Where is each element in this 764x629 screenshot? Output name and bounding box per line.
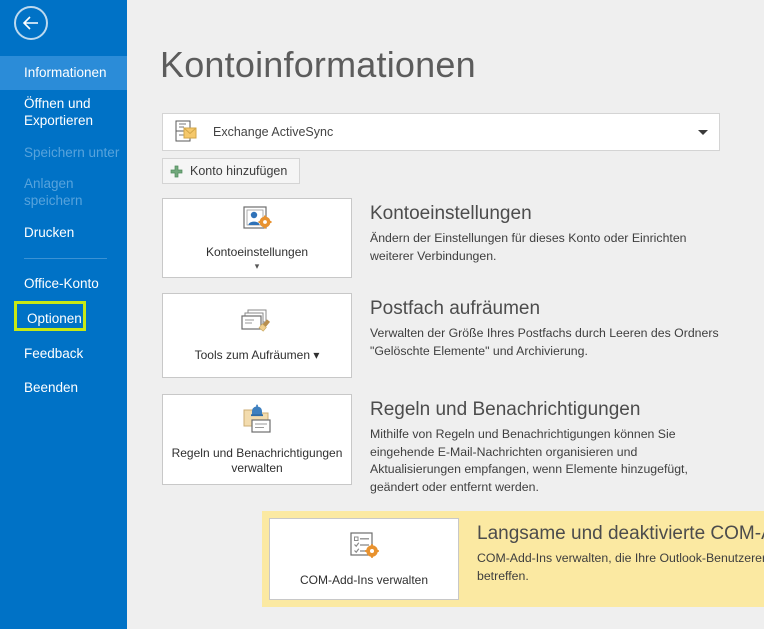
sidebar-item-feedback[interactable]: Feedback <box>0 337 127 371</box>
row-heading: Regeln und Benachrichtigungen <box>370 399 641 420</box>
sidebar-item-label: Optionen <box>27 311 82 326</box>
sidebar-divider <box>24 258 107 259</box>
sidebar-item-beenden[interactable]: Beenden <box>0 371 127 405</box>
add-account-button[interactable]: Konto hinzufügen <box>162 158 301 184</box>
row-text: Regeln und Benachrichtigungen Mithilfe v… <box>352 394 720 494</box>
tile-label: Tools zum Aufräumen ▾ <box>194 348 320 362</box>
tile-label: Kontoeinstellungen <box>205 245 309 259</box>
account-name: Exchange ActiveSync <box>213 125 334 139</box>
info-row-com-addins: COM-Add-Ins verwalten Langsame und deakt… <box>262 511 764 607</box>
sidebar-item-label: Feedback <box>24 346 84 361</box>
account-settings-tile[interactable]: Kontoeinstellungen ▾ <box>162 198 352 278</box>
info-row-account-settings: Kontoeinstellungen ▾ Kontoeinstellungen … <box>162 198 720 278</box>
row-text: Langsame und deaktivierte COM-Add-Ins CO… <box>459 518 764 600</box>
row-text: Postfach aufräumen Verwalten der Größe I… <box>352 293 720 378</box>
sidebar-item-label: Anlagen speichern <box>24 176 83 208</box>
account-selector[interactable]: Exchange ActiveSync <box>162 113 720 151</box>
row-description: Ändern der Einstellungen für dieses Kont… <box>370 231 687 263</box>
row-description: Mithilfe von Regeln und Benachrichtigung… <box>370 427 688 494</box>
page-title: Kontoinformationen <box>160 44 476 85</box>
back-arrow-icon <box>22 16 40 30</box>
sidebar-item-optionen[interactable]: Optionen <box>14 301 86 331</box>
sidebar-item-informationen[interactable]: Informationen <box>0 56 127 90</box>
row-heading: Postfach aufräumen <box>370 298 541 319</box>
tile-label: Regeln und Benachrichtigungen verwalten <box>171 445 343 475</box>
info-row-rules-alerts: Regeln und Benachrichtigungen verwalten … <box>162 394 720 494</box>
cleanup-tools-tile[interactable]: Tools zum Aufräumen ▾ <box>162 293 352 378</box>
row-description: COM-Add-Ins verwalten, die Ihre Outlook-… <box>477 551 764 583</box>
row-heading: Kontoeinstellungen <box>370 203 532 224</box>
row-text: Kontoeinstellungen Ändern der Einstellun… <box>352 198 720 278</box>
sidebar-item-label: Informationen <box>24 65 107 80</box>
info-row-mailbox-cleanup: Tools zum Aufräumen ▾ Postfach aufräumen… <box>162 293 720 378</box>
sidebar-item-oeffnen-und-exportieren[interactable]: Öffnen und Exportieren <box>0 90 127 136</box>
rules-alerts-tile[interactable]: Regeln und Benachrichtigungen verwalten <box>162 394 352 485</box>
back-button[interactable] <box>14 6 48 40</box>
sidebar-item-label: Office-Konto <box>24 276 99 291</box>
account-settings-icon <box>241 205 273 238</box>
sidebar-item-office-konto[interactable]: Office-Konto <box>0 267 127 301</box>
rules-alerts-icon <box>240 404 274 439</box>
sidebar-item-anlagen-speichern: Anlagen speichern <box>0 170 127 216</box>
chevron-down-icon[interactable]: ▾ <box>255 262 260 271</box>
com-addins-tile[interactable]: COM-Add-Ins verwalten <box>269 518 459 600</box>
backstage-view: Posteingang - benjomihg@outlook.com Info… <box>0 0 764 629</box>
cleanup-tools-icon <box>240 308 274 341</box>
sidebar-item-label: Speichern unter <box>24 145 120 160</box>
sidebar-item-speichern-unter: Speichern unter <box>0 136 127 170</box>
backstage-content: Kontoinformationen Exchange ActiveSync K… <box>127 0 764 629</box>
sidebar-item-label: Drucken <box>24 225 75 240</box>
sidebar-item-label: Öffnen und Exportieren <box>24 96 94 128</box>
backstage-nav: Informationen Öffnen und Exportieren Spe… <box>0 56 127 405</box>
com-addins-icon <box>348 531 380 566</box>
add-account-label: Konto hinzufügen <box>190 164 288 178</box>
sidebar-item-label: Beenden <box>24 380 79 395</box>
mail-account-icon <box>173 119 199 145</box>
sidebar-item-drucken[interactable]: Drucken <box>0 216 127 250</box>
backstage-sidebar: Informationen Öffnen und Exportieren Spe… <box>0 0 127 629</box>
tile-label: COM-Add-Ins verwalten <box>299 572 429 587</box>
plus-icon <box>170 165 183 178</box>
chevron-down-icon[interactable] <box>698 129 708 135</box>
row-heading: Langsame und deaktivierte COM-Add-Ins <box>477 523 764 544</box>
row-description: Verwalten der Größe Ihres Postfachs durc… <box>370 326 719 358</box>
